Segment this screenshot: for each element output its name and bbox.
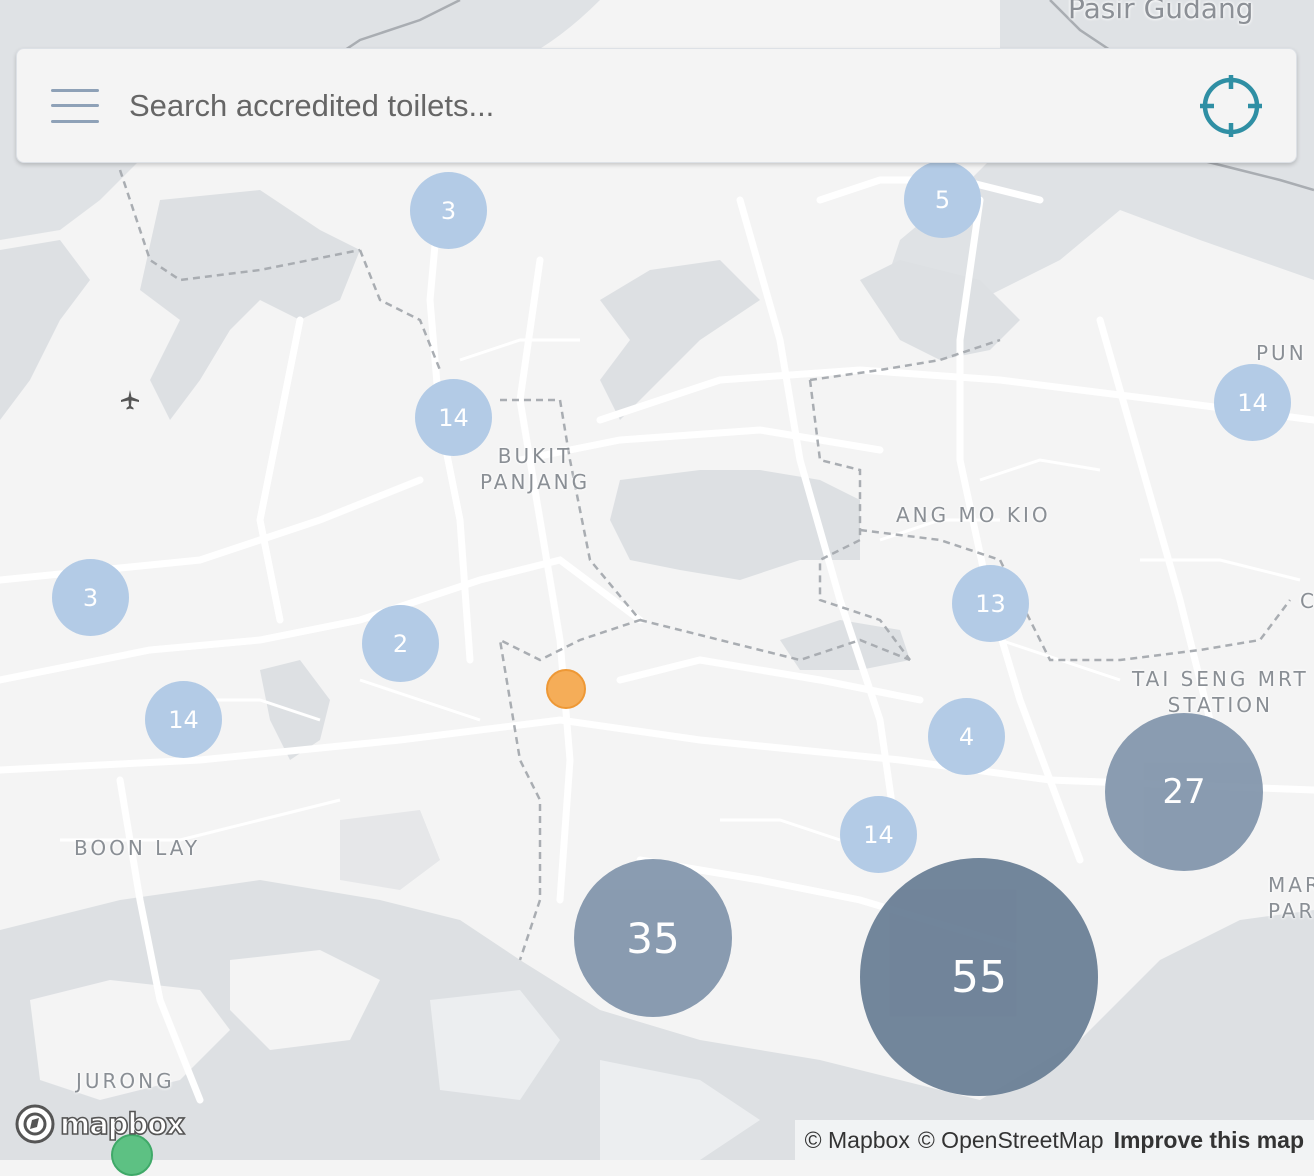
cluster-marker[interactable]: 4 <box>928 698 1005 775</box>
locate-button[interactable] <box>1200 75 1262 137</box>
cluster-marker[interactable]: 3 <box>410 172 487 249</box>
mapbox-wordmark: mapbox <box>59 1106 186 1142</box>
place-label-boon-lay: BOON LAY <box>74 836 201 860</box>
cluster-marker[interactable]: 14 <box>840 796 917 873</box>
mapbox-logo[interactable]: mapbox <box>14 1103 186 1145</box>
cluster-marker[interactable]: 14 <box>415 379 492 456</box>
cluster-marker[interactable]: 55 <box>860 858 1098 1096</box>
cluster-marker[interactable]: 5 <box>904 161 981 238</box>
toilet-marker[interactable] <box>546 669 586 709</box>
cluster-marker[interactable]: 14 <box>1214 364 1291 441</box>
attribution-bar: © Mapbox © OpenStreetMap Improve this ma… <box>794 1120 1314 1160</box>
cluster-marker[interactable]: 14 <box>145 681 222 758</box>
search-bar <box>16 48 1297 163</box>
map-canvas[interactable]: Pasir Gudang BUKIT PANJANG ANG MO KIO BO… <box>0 0 1314 1176</box>
cluster-marker[interactable]: 3 <box>52 559 129 636</box>
attribution-mapbox-link[interactable]: © Mapbox <box>805 1127 910 1154</box>
place-label-ang-mo-kio: ANG MO KIO <box>896 503 1051 527</box>
place-label-tai-seng: TAI SENG MRT STATION <box>1132 667 1309 717</box>
improve-map-link[interactable]: Improve this map <box>1114 1127 1304 1154</box>
mapbox-logo-icon <box>15 1104 55 1144</box>
place-label-bukit-panjang: BUKIT PANJANG <box>480 444 591 494</box>
place-label-mar: MAR PAR <box>1268 873 1314 923</box>
place-label-c: C <box>1300 589 1314 613</box>
airplane-icon <box>118 388 142 412</box>
cluster-marker[interactable]: 13 <box>952 565 1029 642</box>
crosshair-icon <box>1200 75 1262 137</box>
menu-icon <box>51 87 99 125</box>
attribution-osm-link[interactable]: © OpenStreetMap <box>918 1127 1104 1154</box>
search-input[interactable] <box>129 79 1169 133</box>
place-label-jurong: JURONG <box>76 1069 175 1093</box>
menu-button[interactable] <box>51 87 99 125</box>
cluster-marker[interactable]: 27 <box>1105 713 1263 871</box>
place-label-pasir-gudang: Pasir Gudang <box>1068 0 1254 25</box>
cluster-marker[interactable]: 35 <box>574 859 732 1017</box>
cluster-marker[interactable]: 2 <box>362 605 439 682</box>
place-label-pung: PUN <box>1256 341 1307 365</box>
